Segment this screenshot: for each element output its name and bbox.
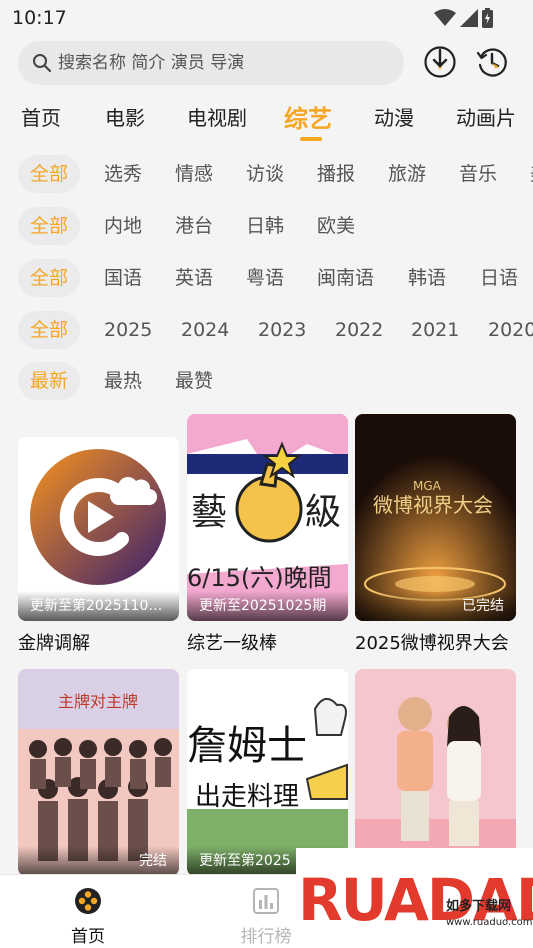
show-card[interactable]: 藝 級 6/15(六)晚間 更新至20251025期 综艺一级棒 (187, 414, 348, 655)
filter-year-option[interactable]: 2021 (399, 311, 471, 349)
filter-region-option[interactable]: 日韩 (234, 207, 296, 245)
filter-row-type: 全部 选秀 情感 访谈 播报 旅游 音乐 美 (0, 155, 533, 193)
show-poster: 主牌对主牌 完结 (18, 669, 179, 876)
filter-type-option[interactable]: 情感 (163, 155, 225, 193)
show-card[interactable]: 詹姆士 出走料理 更新至第2025 (187, 669, 348, 876)
status-badge: 已完结 (355, 591, 516, 621)
filter-year-option[interactable]: 2024 (169, 311, 241, 349)
show-poster: MGA 微博视界大会 已完结 (355, 414, 516, 621)
sort-hottest[interactable]: 最热 (92, 362, 154, 400)
status-badge: 完结 (18, 846, 179, 876)
filter-language-option[interactable]: 粤语 (234, 259, 296, 297)
filter-language-all[interactable]: 全部 (18, 259, 81, 297)
filter-region-option[interactable]: 内地 (92, 207, 154, 245)
filter-row-language: 全部 国语 英语 粤语 闽南语 韩语 日语 (0, 259, 533, 297)
svg-text:級: 級 (305, 492, 341, 533)
svg-text:www.ruaduo.com: www.ruaduo.com (446, 917, 533, 928)
poster-art: MGA 微博视界大会 (355, 414, 516, 621)
svg-text:藝: 藝 (191, 492, 227, 533)
tab-home[interactable]: 首页 (21, 102, 61, 131)
filter-row-region: 全部 内地 港台 日韩 欧美 (0, 207, 533, 245)
filter-region-all[interactable]: 全部 (18, 207, 81, 245)
sort-latest[interactable]: 最新 (18, 362, 81, 400)
nav-ranking[interactable]: 排行榜 (226, 887, 306, 947)
wifi-icon (434, 9, 456, 26)
filter-language-option[interactable]: 英语 (163, 259, 225, 297)
show-card[interactable]: 主牌对主牌 完结 (18, 669, 179, 876)
show-card[interactable]: MGA 微博视界大会 已完结 2025微博视界大会 (355, 414, 516, 655)
tab-anime[interactable]: 动漫 (374, 102, 414, 131)
filter-year-all[interactable]: 全部 (18, 311, 81, 349)
home-film-icon (75, 888, 101, 914)
filter-type-option[interactable]: 音乐 (447, 155, 509, 193)
nav-home[interactable]: 首页 (48, 887, 128, 947)
filter-language-option[interactable]: 日语 (468, 259, 530, 297)
show-poster: 藝 級 6/15(六)晚間 更新至20251025期 (187, 414, 348, 621)
filter-language-option[interactable]: 国语 (92, 259, 154, 297)
filter-language-option[interactable]: 闽南语 (305, 259, 386, 297)
filter-row-year: 全部 2025 2024 2023 2022 2021 2020 (0, 311, 533, 349)
show-card[interactable] (355, 669, 516, 876)
update-badge: 更新至第20251105期 (18, 591, 179, 621)
show-poster (355, 669, 516, 876)
svg-text:微博视界大会: 微博视界大会 (373, 493, 493, 517)
svg-text:如多下载网: 如多下载网 (446, 898, 511, 914)
filter-type-option[interactable]: 访谈 (234, 155, 296, 193)
search-bar[interactable] (18, 41, 404, 85)
active-tab-indicator (300, 137, 322, 141)
download-icon[interactable] (423, 45, 457, 79)
svg-text:MGA: MGA (413, 479, 442, 493)
svg-text:詹姆士: 詹姆士 (187, 723, 307, 769)
nav-ranking-label: 排行榜 (240, 927, 292, 947)
sort-most-liked[interactable]: 最赞 (163, 362, 225, 400)
chart-icon (253, 888, 279, 914)
tab-cartoon[interactable]: 动画片 (456, 102, 516, 131)
show-card[interactable]: 更新至第20251105期 金牌调解 (18, 437, 179, 655)
filter-language-option[interactable]: 韩语 (396, 259, 458, 297)
svg-text:主牌对主牌: 主牌对主牌 (58, 692, 138, 711)
tab-variety[interactable]: 综艺 (284, 99, 332, 134)
show-poster: 詹姆士 出走料理 更新至第2025 (187, 669, 348, 876)
poster-art (355, 697, 516, 876)
svg-text:出走料理: 出走料理 (195, 782, 299, 812)
battery-icon (482, 8, 493, 28)
signal-icon (460, 9, 478, 27)
svg-text:6/15(六)晚間: 6/15(六)晚間 (187, 564, 332, 592)
show-title: 综艺一级棒 (187, 633, 277, 654)
show-title: 2025微博视界大会 (355, 633, 509, 654)
filter-year-option[interactable]: 2023 (246, 311, 318, 349)
filter-type-option[interactable]: 选秀 (92, 155, 154, 193)
filter-region-option[interactable]: 欧美 (305, 207, 367, 245)
status-bar: 10:17 (0, 0, 533, 36)
poster-art: 詹姆士 出走料理 (187, 698, 348, 876)
search-input[interactable] (58, 53, 378, 73)
watermark-logo-art: RUADADO 如多下载网 www.ruaduo.com (298, 866, 533, 934)
tab-tv-series[interactable]: 电视剧 (187, 102, 247, 131)
tab-movie[interactable]: 电影 (105, 102, 145, 131)
filter-year-option[interactable]: 2022 (323, 311, 395, 349)
filter-year-option[interactable]: 2025 (92, 311, 164, 349)
show-title: 金牌调解 (18, 633, 90, 654)
category-tabs: 首页 电影 电视剧 综艺 动漫 动画片 (0, 99, 533, 141)
nav-home-label: 首页 (71, 927, 105, 947)
filter-year-option[interactable]: 2020 (476, 311, 533, 349)
status-time: 10:17 (12, 7, 67, 29)
filter-type-option[interactable]: 美 (518, 155, 533, 193)
history-icon[interactable] (475, 45, 509, 79)
filter-region-option[interactable]: 港台 (163, 207, 225, 245)
watermark-logo: RUADADO 如多下载网 www.ruaduo.com (296, 848, 533, 948)
filter-row-sort: 最新 最热 最赞 (0, 362, 533, 400)
poster-art: 藝 級 6/15(六)晚間 (187, 439, 348, 592)
update-badge: 更新至20251025期 (187, 591, 348, 621)
status-icons (434, 8, 493, 28)
search-icon (33, 54, 52, 73)
filter-type-all[interactable]: 全部 (18, 155, 81, 193)
poster-art: 主牌对主牌 (18, 669, 179, 861)
filter-type-option[interactable]: 播报 (305, 155, 367, 193)
show-poster: 更新至第20251105期 (18, 437, 179, 621)
filter-type-option[interactable]: 旅游 (376, 155, 438, 193)
